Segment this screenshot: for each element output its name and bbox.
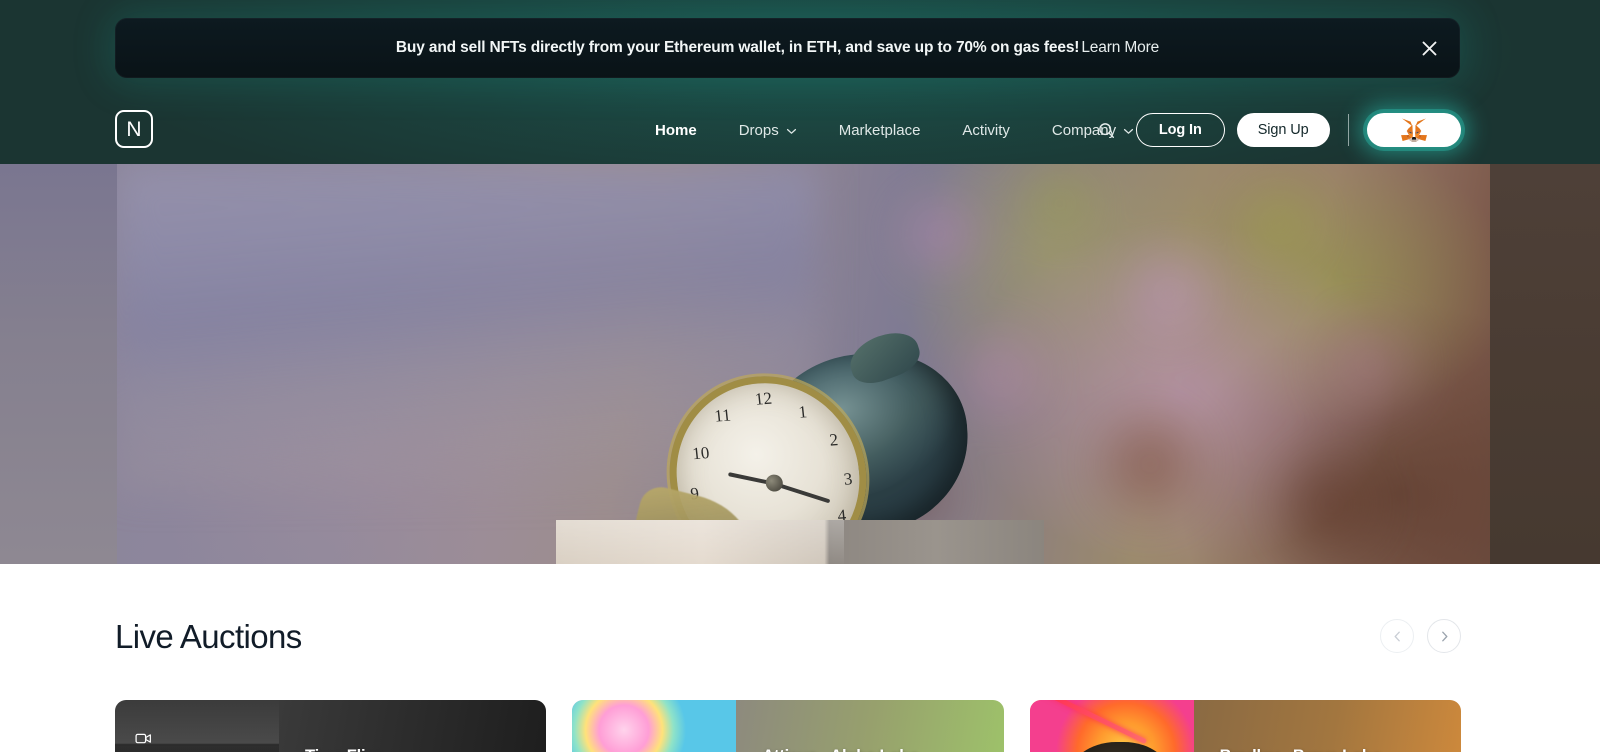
auction-card-title: Time Flies (305, 747, 384, 752)
promo-banner-close-button[interactable] (1412, 31, 1446, 65)
hero-edge-left (0, 164, 117, 564)
hero-pedestal (556, 520, 1044, 564)
auction-card[interactable]: Time Flies (115, 700, 547, 752)
metamask-fox-icon (1401, 118, 1427, 142)
page-root: Buy and sell NFTs directly from your Eth… (0, 0, 1600, 752)
nav-item-drops[interactable]: Drops (718, 122, 818, 139)
nav-item-marketplace-label: Marketplace (838, 121, 921, 139)
clock-numeral: 11 (713, 405, 732, 426)
promo-banner-learn-more-link[interactable]: Learn More (1081, 39, 1159, 56)
chevron-right-icon (1441, 631, 1447, 641)
search-button[interactable] (1090, 113, 1124, 147)
live-auctions-title: Live Auctions (115, 617, 302, 655)
chevron-down-icon (786, 126, 797, 137)
nav-item-activity[interactable]: Activity (941, 122, 1031, 139)
auction-card-thumbnail (1029, 700, 1194, 752)
carousel-next-button[interactable] (1427, 619, 1461, 653)
connect-wallet-button[interactable] (1367, 113, 1461, 147)
auction-card-thumbnail (572, 700, 737, 752)
auction-card-body: Bradley - Brave Lobo (1193, 700, 1461, 752)
auction-card-thumbnail (115, 700, 279, 752)
promo-banner-headline: Buy and sell NFTs directly from your Eth… (395, 39, 1080, 56)
site-header: Buy and sell NFTs directly from your Eth… (0, 0, 1600, 164)
clock-numeral: 1 (797, 402, 808, 422)
promo-banner: Buy and sell NFTs directly from your Eth… (115, 18, 1460, 78)
live-auctions-card-list: Time Flies Atticus - Alpha Lobo Bradley … (115, 700, 1461, 752)
nav-item-home[interactable]: Home (655, 122, 718, 139)
clock-numeral: 2 (828, 430, 840, 450)
auction-card-body: Time Flies (279, 700, 547, 752)
nav-divider (1347, 114, 1349, 146)
signup-button[interactable]: Sign Up (1236, 113, 1330, 147)
nav-item-marketplace[interactable]: Marketplace (818, 122, 942, 139)
carousel-prev-button[interactable] (1380, 619, 1414, 653)
video-camera-icon-badge (131, 726, 155, 750)
nav-item-home-label: Home (655, 121, 697, 139)
carousel-controls (1380, 619, 1461, 653)
nav-actions: Log In Sign Up (1090, 96, 1461, 164)
nav-item-drops-label: Drops (738, 121, 779, 139)
promo-banner-text: Buy and sell NFTs directly from your Eth… (115, 39, 1460, 57)
auction-card[interactable]: Atticus - Alpha Lobo (572, 700, 1004, 752)
hero-edge-right (1490, 164, 1600, 564)
site-logo-letter: N (126, 117, 142, 141)
clock-numeral: 3 (842, 469, 854, 489)
nav-item-activity-label: Activity (962, 121, 1010, 139)
auction-card-body: Atticus - Alpha Lobo (736, 700, 1004, 752)
chevron-left-icon (1394, 631, 1400, 641)
live-auctions-header: Live Auctions (115, 612, 1461, 660)
hero-banner[interactable]: 12 11 10 9 8 7 6 5 4 3 2 1 (0, 164, 1600, 564)
auction-card-title: Bradley - Brave Lobo (1220, 747, 1382, 752)
video-camera-icon (134, 733, 151, 743)
clock-numeral: 10 (691, 443, 711, 464)
site-logo[interactable]: N (115, 110, 153, 148)
nav-links: Home Drops Marketplace Activity Company (655, 96, 1155, 164)
login-button[interactable]: Log In (1135, 113, 1225, 147)
search-icon (1099, 122, 1115, 138)
hero-clock-sculpture: 12 11 10 9 8 7 6 5 4 3 2 1 (626, 343, 973, 564)
auction-card-title: Atticus - Alpha Lobo (762, 747, 919, 752)
live-auctions-section: Live Auctions (0, 564, 1600, 752)
auction-card[interactable]: Bradley - Brave Lobo (1029, 700, 1461, 752)
close-icon (1422, 41, 1436, 55)
laser-beam-decoration (1040, 700, 1147, 745)
main-navigation: N Home Drops Marketplace Activity Compan… (0, 96, 1600, 164)
clock-hub (764, 474, 784, 493)
clock-numeral: 12 (753, 388, 773, 409)
